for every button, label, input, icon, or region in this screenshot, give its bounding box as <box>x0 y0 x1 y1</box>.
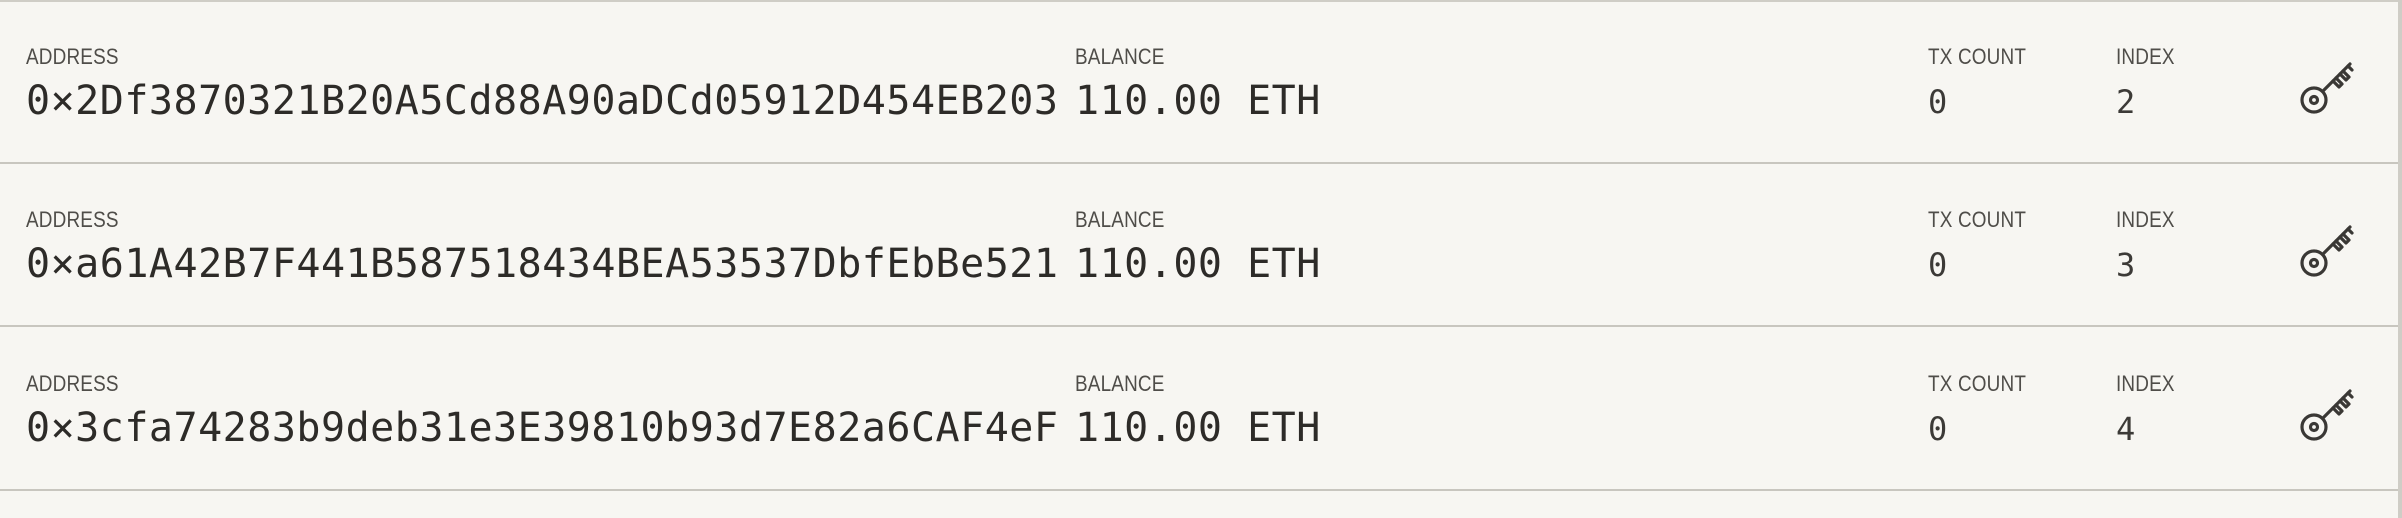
tx-count-value: 0 <box>1928 246 1948 284</box>
show-keys-button[interactable] <box>2292 215 2362 285</box>
account-list: ADDRESS 0×2Df3870321B20A5Cd88A90aDCd0591… <box>0 0 2402 518</box>
account-row: ADDRESS 0×3cfa74283b9deb31e3E39810b93d7E… <box>0 329 2398 491</box>
tx-count-label: TX COUNT <box>1928 207 2027 232</box>
address-label: ADDRESS <box>26 371 119 396</box>
address-value[interactable]: 0×2Df3870321B20A5Cd88A90aDCd05912D454EB2… <box>26 78 1058 124</box>
account-row: ADDRESS 0×a61A42B7F441B587518434BEA53537… <box>0 165 2398 327</box>
balance-label: BALANCE <box>1075 44 1165 69</box>
index-label: INDEX <box>2116 44 2175 69</box>
index-value: 2 <box>2116 83 2136 121</box>
key-icon <box>2300 62 2354 114</box>
address-value[interactable]: 0×a61A42B7F441B587518434BEA53537DbfEbBe5… <box>26 241 1058 287</box>
index-value: 3 <box>2116 246 2136 284</box>
balance-value: 110.00 ETH <box>1075 241 1321 287</box>
show-keys-button[interactable] <box>2292 52 2362 122</box>
tx-count-value: 0 <box>1928 83 1948 121</box>
show-keys-button[interactable] <box>2292 379 2362 449</box>
key-icon <box>2300 389 2354 441</box>
balance-label: BALANCE <box>1075 371 1165 396</box>
account-row: ADDRESS 0×2Df3870321B20A5Cd88A90aDCd0591… <box>0 2 2398 164</box>
address-label: ADDRESS <box>26 207 119 232</box>
tx-count-value: 0 <box>1928 410 1948 448</box>
key-icon <box>2300 225 2354 277</box>
address-label: ADDRESS <box>26 44 119 69</box>
balance-value: 110.00 ETH <box>1075 405 1321 451</box>
index-label: INDEX <box>2116 371 2175 396</box>
index-value: 4 <box>2116 410 2136 448</box>
balance-label: BALANCE <box>1075 207 1165 232</box>
address-value[interactable]: 0×3cfa74283b9deb31e3E39810b93d7E82a6CAF4… <box>26 405 1058 451</box>
index-label: INDEX <box>2116 207 2175 232</box>
tx-count-label: TX COUNT <box>1928 371 2027 396</box>
balance-value: 110.00 ETH <box>1075 78 1321 124</box>
tx-count-label: TX COUNT <box>1928 44 2027 69</box>
